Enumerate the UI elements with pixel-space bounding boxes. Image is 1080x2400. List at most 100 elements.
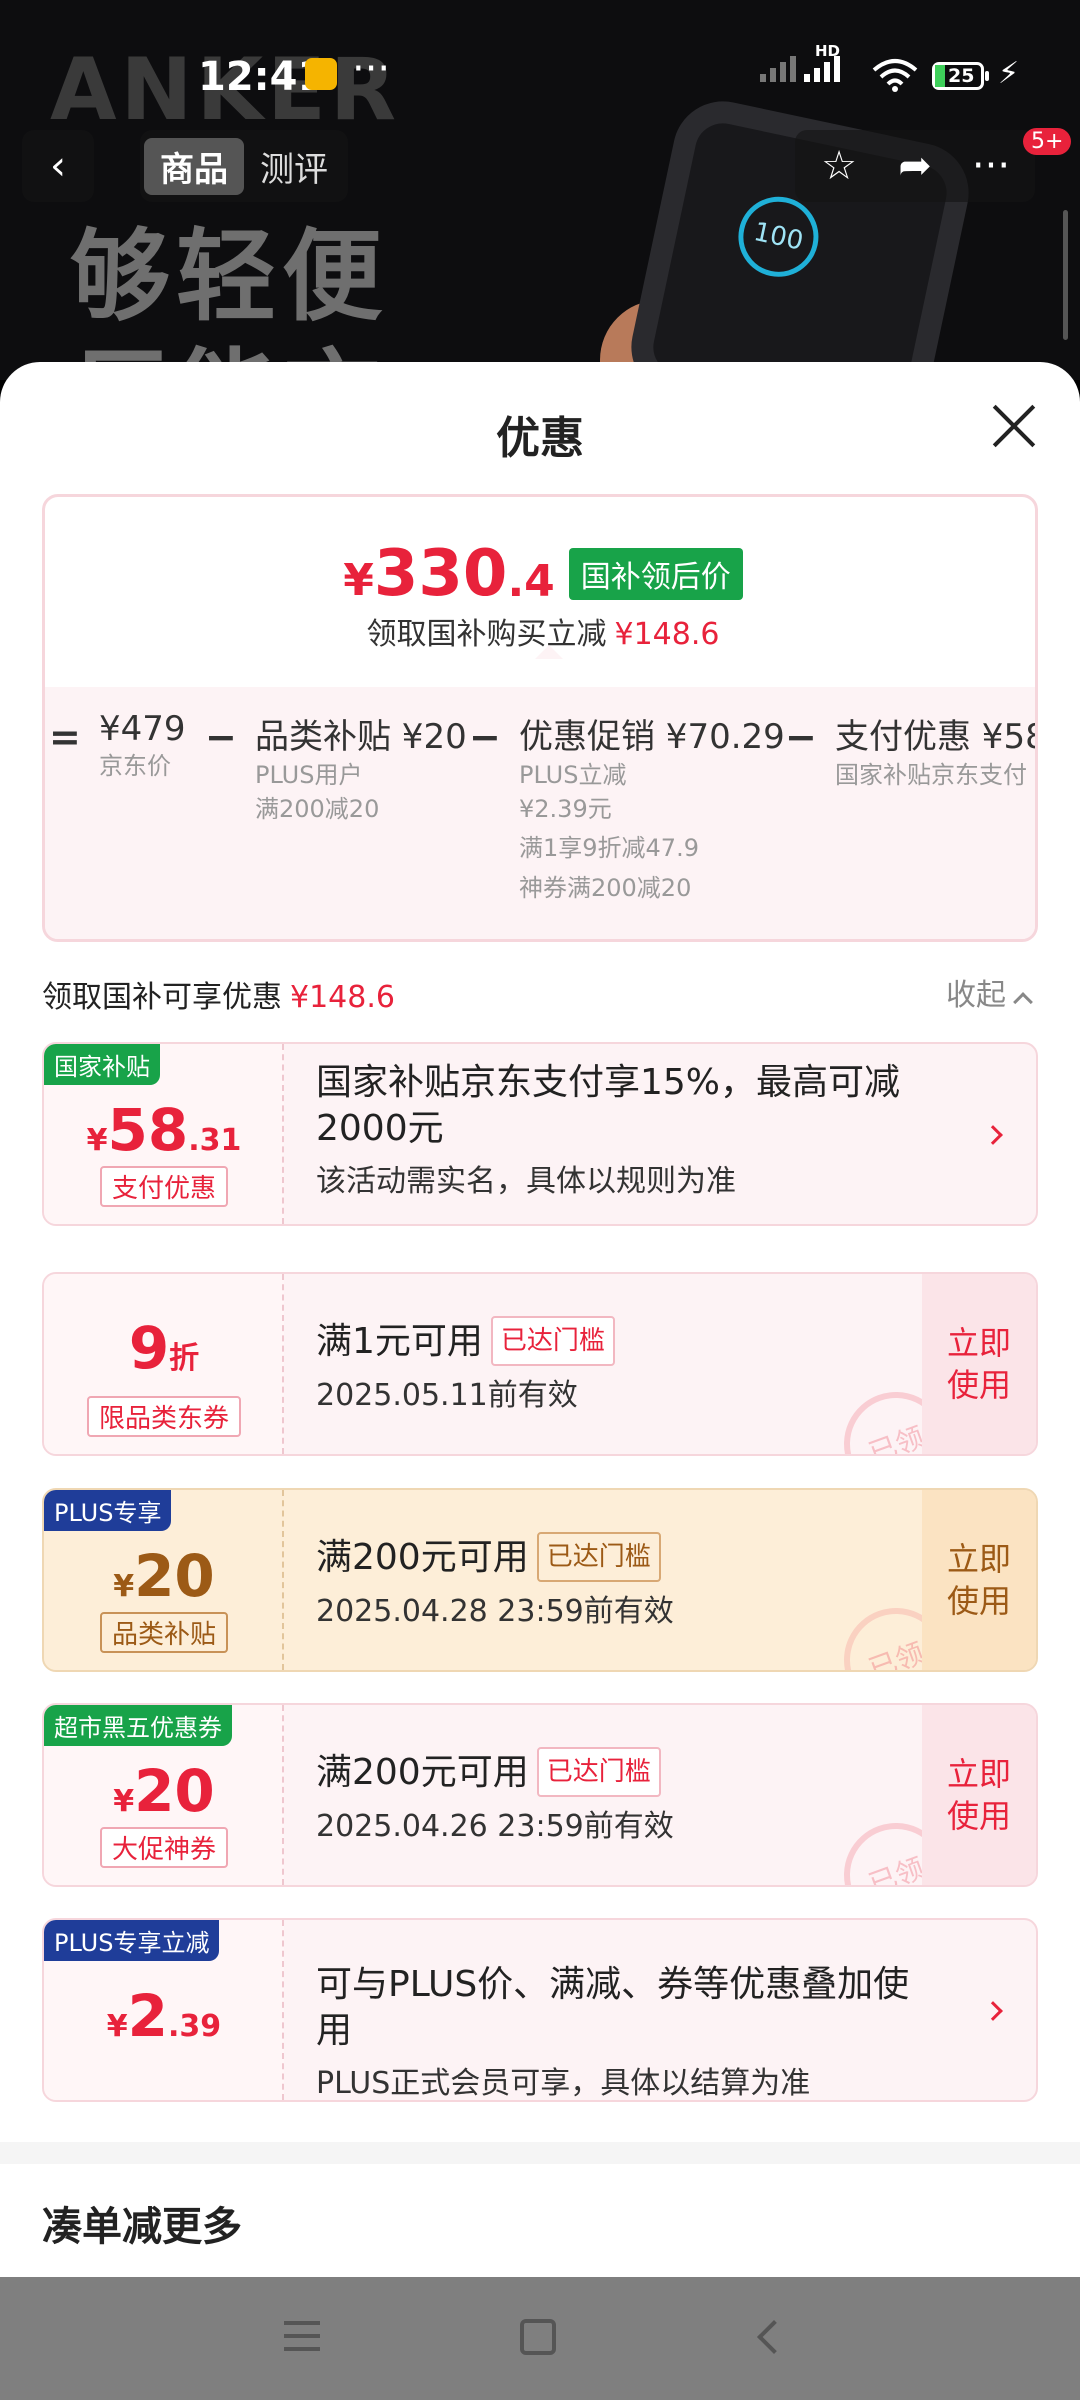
action-bar: ☆ ➦ ··· (795, 130, 1035, 202)
discount-summary: 领取国补可享优惠 ¥148.6 (42, 972, 395, 1016)
chevron-up-icon (1013, 992, 1033, 1012)
system-navigation-bar (0, 2277, 1080, 2400)
summary-label: 领取国补可享优惠 (42, 980, 282, 1015)
coupon-kind: 支付优惠 (44, 1166, 284, 1207)
price-integer: 330 (373, 537, 508, 611)
collapse-label: 收起 (946, 978, 1006, 1013)
final-price: ¥ 330 .4 国补领后价 (45, 537, 1035, 611)
coupon-desc: 该活动需实名，具体以规则为准 (316, 1164, 736, 1199)
coupon-badge: PLUS专享 (44, 1490, 172, 1531)
coupon-title: 可与PLUS价、满减、券等优惠叠加使用 (316, 1964, 910, 2051)
coupon-kind: 大促神券 (44, 1827, 284, 1868)
breakdown-category-subsidy: 品类补贴 ¥20 PLUS用户 满200减20 (255, 717, 467, 823)
home-icon[interactable] (520, 2319, 556, 2355)
price-summary-card: ¥ 330 .4 国补领后价 领取国补购买立减 ¥148.6 = ¥479 京东价… (42, 494, 1038, 942)
coupon-validity: 2025.05.11前有效 (316, 1378, 578, 1413)
favorite-star-icon[interactable]: ☆ (813, 140, 865, 192)
coupon-title: 满1元可用 (316, 1321, 483, 1362)
use-now-button[interactable]: 立即使用 (922, 1705, 1036, 1885)
coupon-card-plus-reduction[interactable]: PLUS专享立减 ¥2.39 可与PLUS价、满减、券等优惠叠加使用 PLUS正… (42, 1918, 1038, 2102)
more-deals-heading: 凑单减更多 (42, 2204, 242, 2250)
coupon-value-panel: PLUS专享 ¥20 品类补贴 (44, 1490, 284, 1670)
chevron-right-icon (983, 2001, 1003, 2021)
coupon-details: 满1元可用 已达门槛 2025.05.11前有效 (316, 1316, 926, 1414)
coupon-title: 满200元可用 (316, 1752, 529, 1793)
minus-sign: − (205, 715, 237, 759)
breakdown-jd-price: ¥479 京东价 (99, 709, 186, 780)
signal-icon-sim1 (760, 56, 796, 82)
equals-sign: = (49, 715, 81, 759)
tab-review[interactable]: 测评 (244, 138, 344, 195)
coupon-card-plus: PLUS专享 ¥20 品类补贴 满200元可用 已达门槛 2025.04.28 2… (42, 1488, 1038, 1672)
recent-apps-icon[interactable] (284, 2321, 320, 2351)
threshold-badge: 已达门槛 (536, 1747, 661, 1797)
coupon-kind: 品类补贴 (44, 1612, 284, 1653)
coupon-amount: ¥2.39 (106, 1982, 222, 2050)
price-tag-badge: 国补领后价 (568, 548, 743, 600)
battery-level: 25 (948, 65, 975, 87)
coupon-title: 满200元可用 (316, 1537, 529, 1578)
price-decimal: .4 (507, 555, 555, 607)
coupon-value-panel: PLUS专享立减 ¥2.39 (44, 1920, 284, 2100)
top-nav: ‹ 商品 测评 ☆ ➦ ··· (0, 130, 1080, 206)
product-tabs: 商品 测评 (140, 130, 348, 202)
price-currency: ¥ (343, 554, 374, 606)
battery-icon: 25 (932, 62, 989, 90)
sheet-title: 优惠 (496, 413, 584, 464)
breakdown-promotion: 优惠促销 ¥70.29 PLUS立减 ¥2.39元 满1享9折减47.9 神券满… (519, 717, 785, 902)
threshold-badge: 已达门槛 (490, 1316, 615, 1366)
network-type: HD (815, 42, 841, 60)
minus-sign: − (469, 715, 501, 759)
coupon-details: 满200元可用 已达门槛 2025.04.28 23:59前有效 (316, 1532, 926, 1630)
notch-pointer (535, 645, 563, 659)
back-arrow-icon: ‹ (50, 143, 66, 189)
discount-sheet: 优惠 ¥ 330 .4 国补领后价 领取国补购买立减 ¥148.6 = ¥479 … (0, 362, 1080, 2277)
coupon-title: 国家补贴京东支付享15%，最高可减2000元 (316, 1062, 901, 1149)
share-icon[interactable]: ➦ (889, 140, 941, 192)
coupon-badge: 超市黑五优惠券 (44, 1705, 232, 1746)
coupon-amount: ¥20 (113, 1757, 215, 1825)
more-notifications-icon: ··· (352, 46, 391, 92)
coupon-card-supermarket: 超市黑五优惠券 ¥20 大促神券 满200元可用 已达门槛 2025.04.26 … (42, 1703, 1038, 1887)
subtitle-amount: ¥148.6 (614, 617, 720, 652)
subtitle-text: 领取国补购买立减 (366, 617, 607, 652)
use-now-button[interactable]: 立即使用 (922, 1274, 1036, 1454)
more-menu-icon[interactable]: ··· (965, 140, 1017, 192)
chevron-right-icon (983, 1125, 1003, 1145)
price-breakdown: = ¥479 京东价 − 品类补贴 ¥20 PLUS用户 满200减20 − 优… (45, 687, 1038, 939)
breakdown-payment-discount: 支付优惠 ¥58. 国家补贴京东支付 (835, 717, 1038, 789)
close-icon[interactable] (990, 402, 1038, 450)
section-divider (0, 2142, 1080, 2164)
coupon-amount: ¥58.31 (86, 1096, 242, 1164)
use-now-button[interactable]: 立即使用 (922, 1490, 1036, 1670)
coupon-badge: PLUS专享立减 (44, 1920, 220, 1961)
coupon-card-national-subsidy[interactable]: 国家补贴 ¥58.31 支付优惠 国家补贴京东支付享15%，最高可减2000元 … (42, 1042, 1038, 1226)
coupon-kind: 限品类东券 (44, 1396, 284, 1437)
coupon-details: 满200元可用 已达门槛 2025.04.26 23:59前有效 (316, 1747, 926, 1845)
coupon-badge: 国家补贴 (44, 1044, 160, 1085)
coupon-details: 可与PLUS价、满减、券等优惠叠加使用 PLUS正式会员可享，具体以结算为准 (316, 1962, 926, 2101)
threshold-badge: 已达门槛 (536, 1532, 661, 1582)
coupon-validity: 2025.04.26 23:59前有效 (316, 1809, 674, 1844)
wifi-icon (872, 59, 918, 92)
collapse-button[interactable]: 收起 (946, 970, 1033, 1014)
tab-product[interactable]: 商品 (144, 137, 244, 195)
notification-icon (305, 58, 337, 90)
coupon-value-panel: 9折 限品类东券 (44, 1274, 284, 1454)
coupon-amount: ¥20 (113, 1542, 215, 1610)
status-bar: 12:41 ··· HD 25 ⚡ (0, 40, 1080, 110)
coupon-card-discount: 9折 限品类东券 满1元可用 已达门槛 2025.05.11前有效 已领 立即使用 (42, 1272, 1038, 1456)
coupon-amount: 9折 (128, 1314, 200, 1382)
charging-icon: ⚡ (998, 56, 1020, 91)
back-button[interactable]: ‹ (22, 130, 94, 202)
summary-amount: ¥148.6 (290, 980, 395, 1015)
coupon-value-panel: 超市黑五优惠券 ¥20 大促神券 (44, 1705, 284, 1885)
coupon-value-panel: 国家补贴 ¥58.31 支付优惠 (44, 1044, 284, 1224)
message-badge: 5+ (1023, 128, 1072, 155)
minus-sign: − (785, 715, 817, 759)
system-back-icon[interactable] (757, 2320, 791, 2354)
scroll-indicator (1063, 210, 1068, 340)
coupon-details: 国家补贴京东支付享15%，最高可减2000元 该活动需实名，具体以规则为准 (316, 1060, 926, 1200)
coupon-desc: PLUS正式会员可享，具体以结算为准 (316, 2066, 811, 2101)
coupon-validity: 2025.04.28 23:59前有效 (316, 1594, 674, 1629)
